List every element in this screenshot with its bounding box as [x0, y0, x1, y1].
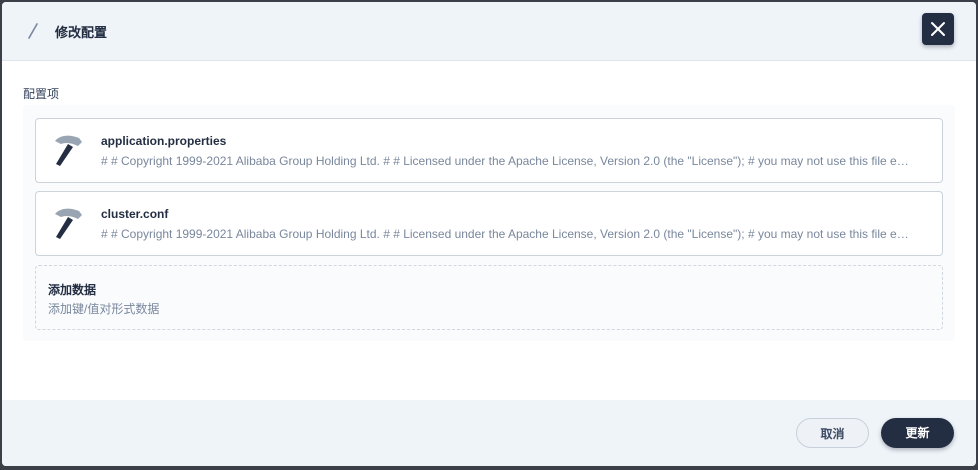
close-button[interactable]	[922, 13, 954, 45]
config-list: application.properties # # Copyright 199…	[23, 105, 955, 341]
add-data-button[interactable]: 添加数据 添加键/值对形式数据	[35, 265, 943, 330]
pencil-icon	[26, 21, 40, 41]
config-item-application-properties[interactable]: application.properties # # Copyright 199…	[35, 118, 943, 183]
config-item-cluster-conf[interactable]: cluster.conf # # Copyright 1999-2021 Ali…	[35, 191, 943, 256]
close-icon	[931, 22, 945, 36]
add-data-description: 添加键/值对形式数据	[48, 302, 160, 316]
modal-header: 修改配置	[2, 2, 976, 61]
config-item-description: # # Copyright 1999-2021 Alibaba Group Ho…	[101, 154, 913, 168]
edit-config-modal: 修改配置 配置项 application.properties # # Copy…	[2, 2, 976, 466]
modal-footer: 取消 更新	[2, 400, 976, 466]
hammer-icon	[52, 133, 86, 169]
cancel-button[interactable]: 取消	[796, 418, 869, 448]
add-data-title: 添加数据	[48, 283, 97, 297]
config-item-name: application.properties	[101, 134, 227, 148]
update-button[interactable]: 更新	[881, 418, 954, 448]
hammer-icon	[52, 206, 86, 242]
config-section-label: 配置项	[23, 87, 60, 101]
config-item-name: cluster.conf	[101, 207, 169, 221]
modal-title: 修改配置	[55, 25, 108, 40]
config-item-description: # # Copyright 1999-2021 Alibaba Group Ho…	[101, 227, 913, 241]
